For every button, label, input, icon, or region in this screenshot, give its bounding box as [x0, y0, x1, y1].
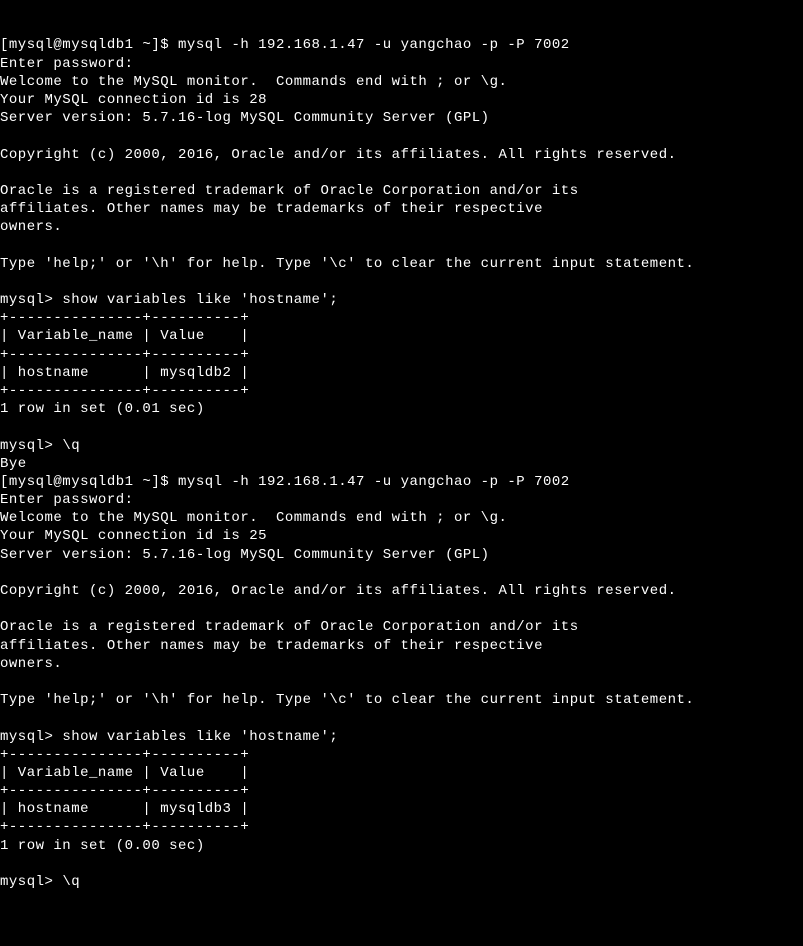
mysql-prompt-line: mysql> show variables like 'hostname';	[0, 291, 803, 309]
trademark-line-3: owners.	[0, 655, 803, 673]
blank-line	[0, 164, 803, 182]
copyright-notice: Copyright (c) 2000, 2016, Oracle and/or …	[0, 582, 803, 600]
blank-line	[0, 127, 803, 145]
blank-line	[0, 600, 803, 618]
mysql-connect-command: mysql -h 192.168.1.47 -u yangchao -p -P …	[178, 474, 570, 490]
sql-query: show variables like 'hostname';	[62, 729, 338, 745]
trademark-line-2: affiliates. Other names may be trademark…	[0, 637, 803, 655]
table-header-row: | Variable_name | Value |	[0, 327, 803, 345]
blank-line	[0, 564, 803, 582]
terminal-output[interactable]: [mysql@mysqldb1 ~]$ mysql -h 192.168.1.4…	[0, 36, 803, 891]
server-version: Server version: 5.7.16-log MySQL Communi…	[0, 109, 803, 127]
blank-line	[0, 855, 803, 873]
quit-command: \q	[62, 438, 80, 454]
quit-command: \q	[62, 874, 80, 890]
blank-line	[0, 236, 803, 254]
help-instructions: Type 'help;' or '\h' for help. Type '\c'…	[0, 255, 803, 273]
trademark-line-1: Oracle is a registered trademark of Orac…	[0, 618, 803, 636]
table-border-bottom: +---------------+----------+	[0, 818, 803, 836]
table-border-mid: +---------------+----------+	[0, 782, 803, 800]
shell-prompt: [mysql@mysqldb1 ~]$	[0, 474, 178, 490]
bye-message: Bye	[0, 455, 803, 473]
table-header-row: | Variable_name | Value |	[0, 764, 803, 782]
result-summary: 1 row in set (0.01 sec)	[0, 400, 803, 418]
result-summary: 1 row in set (0.00 sec)	[0, 837, 803, 855]
connection-id: Your MySQL connection id is 28	[0, 91, 803, 109]
connection-id: Your MySQL connection id is 25	[0, 527, 803, 545]
mysql-prompt-line: mysql> show variables like 'hostname';	[0, 728, 803, 746]
help-instructions: Type 'help;' or '\h' for help. Type '\c'…	[0, 691, 803, 709]
mysql-prompt-line: mysql> \q	[0, 437, 803, 455]
trademark-line-3: owners.	[0, 218, 803, 236]
table-border-bottom: +---------------+----------+	[0, 382, 803, 400]
welcome-message: Welcome to the MySQL monitor. Commands e…	[0, 73, 803, 91]
mysql-prompt: mysql>	[0, 729, 62, 745]
trademark-line-2: affiliates. Other names may be trademark…	[0, 200, 803, 218]
blank-line	[0, 418, 803, 436]
shell-prompt-line: [mysql@mysqldb1 ~]$ mysql -h 192.168.1.4…	[0, 36, 803, 54]
enter-password-prompt: Enter password:	[0, 55, 803, 73]
table-data-row: | hostname | mysqldb3 |	[0, 800, 803, 818]
table-border-top: +---------------+----------+	[0, 746, 803, 764]
mysql-prompt: mysql>	[0, 292, 62, 308]
mysql-prompt-line: mysql> \q	[0, 873, 803, 891]
blank-line	[0, 273, 803, 291]
sql-query: show variables like 'hostname';	[62, 292, 338, 308]
table-border-top: +---------------+----------+	[0, 309, 803, 327]
blank-line	[0, 709, 803, 727]
shell-prompt: [mysql@mysqldb1 ~]$	[0, 37, 178, 53]
shell-prompt-line: [mysql@mysqldb1 ~]$ mysql -h 192.168.1.4…	[0, 473, 803, 491]
blank-line	[0, 673, 803, 691]
mysql-prompt: mysql>	[0, 874, 62, 890]
table-border-mid: +---------------+----------+	[0, 346, 803, 364]
table-data-row: | hostname | mysqldb2 |	[0, 364, 803, 382]
mysql-prompt: mysql>	[0, 438, 62, 454]
mysql-connect-command: mysql -h 192.168.1.47 -u yangchao -p -P …	[178, 37, 570, 53]
trademark-line-1: Oracle is a registered trademark of Orac…	[0, 182, 803, 200]
server-version: Server version: 5.7.16-log MySQL Communi…	[0, 546, 803, 564]
enter-password-prompt: Enter password:	[0, 491, 803, 509]
copyright-notice: Copyright (c) 2000, 2016, Oracle and/or …	[0, 146, 803, 164]
welcome-message: Welcome to the MySQL monitor. Commands e…	[0, 509, 803, 527]
